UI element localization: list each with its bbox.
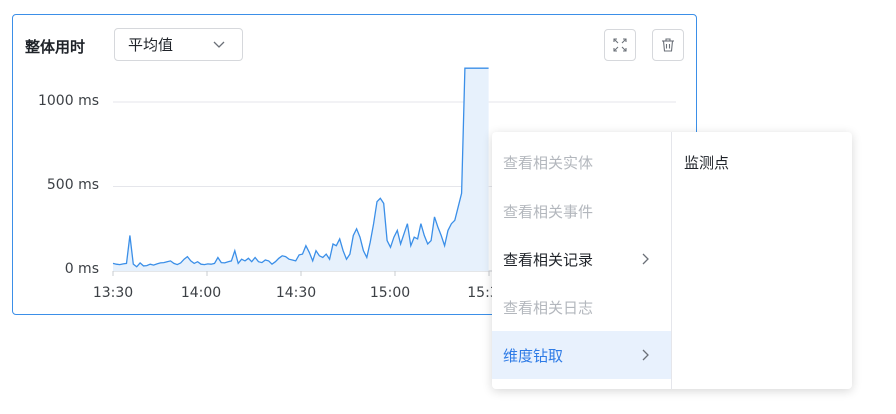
chevron-right-icon bbox=[642, 253, 649, 265]
menu-item-label: 维度钻取 bbox=[503, 346, 564, 365]
menu-item-dimension-drilldown[interactable]: 维度钻取 bbox=[492, 331, 671, 379]
menu-item-related-events: 查看相关事件 bbox=[492, 187, 671, 235]
context-menu: 查看相关实体 查看相关事件 查看相关记录 查看相关日志 维度钻取 监测点 bbox=[492, 132, 852, 389]
series-area bbox=[113, 68, 489, 271]
menu-item-related-entities: 查看相关实体 bbox=[492, 138, 671, 186]
menu-item-related-records[interactable]: 查看相关记录 bbox=[492, 235, 671, 283]
chevron-right-icon bbox=[642, 349, 649, 361]
menu-item-label: 查看相关记录 bbox=[503, 250, 594, 269]
menu-item-related-logs: 查看相关日志 bbox=[492, 283, 671, 331]
context-menu-primary-list: 查看相关实体 查看相关事件 查看相关记录 查看相关日志 维度钻取 bbox=[492, 132, 672, 389]
series-line bbox=[112, 67, 489, 268]
menu-item-label: 查看相关日志 bbox=[503, 298, 594, 317]
submenu-item-monitoring-point[interactable]: 监测点 bbox=[684, 152, 729, 173]
menu-item-label: 查看相关事件 bbox=[503, 202, 594, 221]
menu-item-label: 查看相关实体 bbox=[503, 153, 594, 172]
